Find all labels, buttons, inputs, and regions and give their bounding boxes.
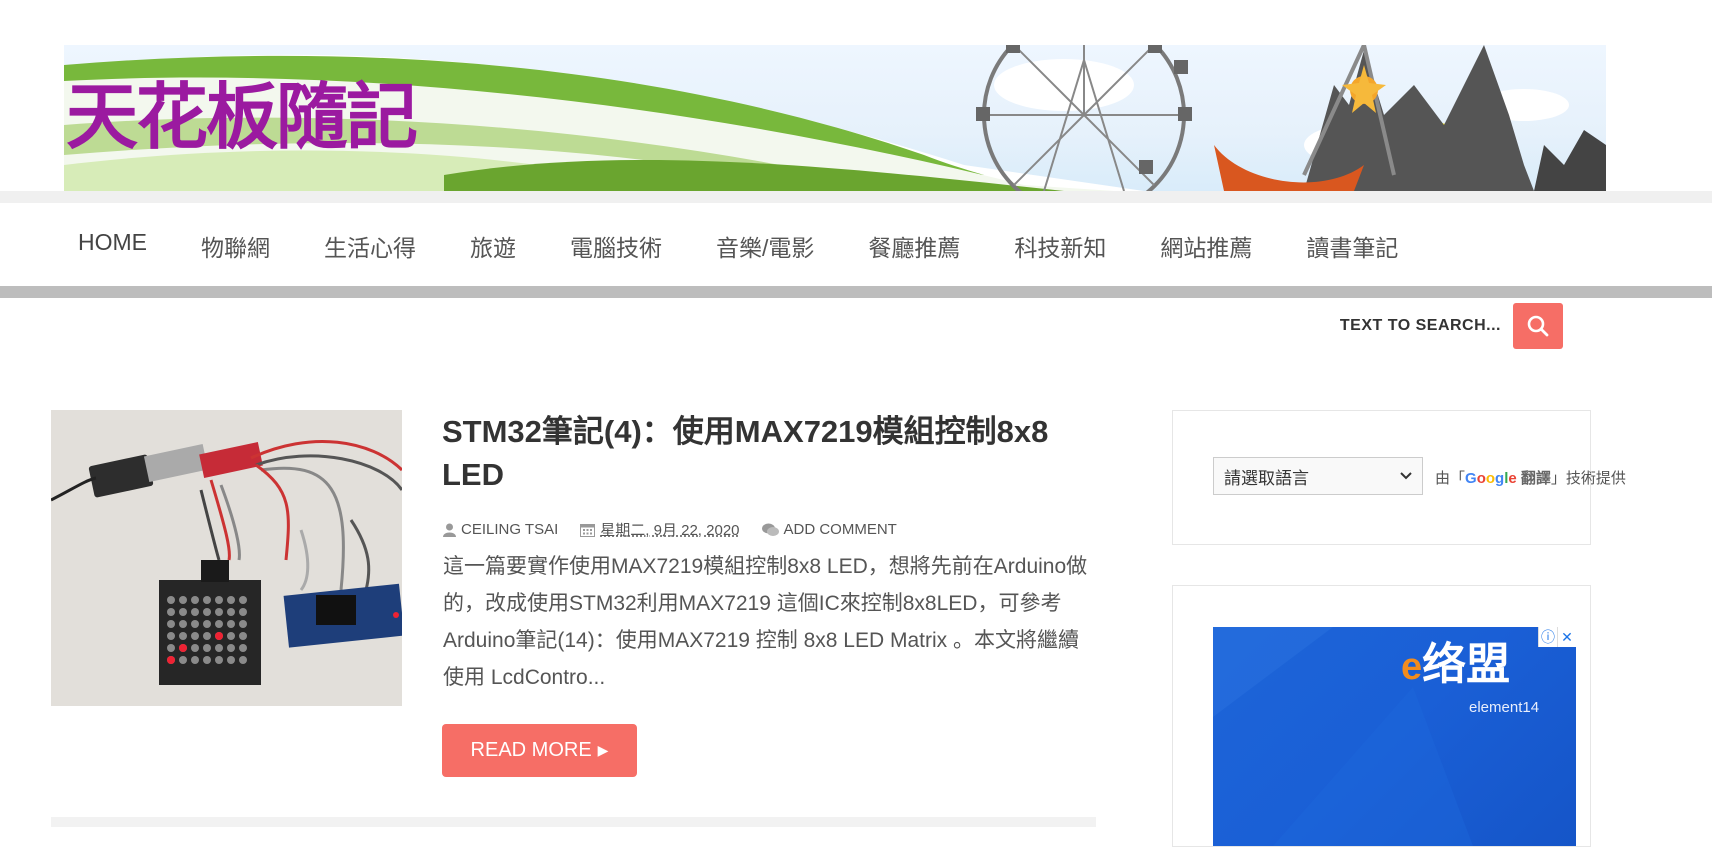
nav-items: HOME 物聯網 生活心得 旅遊 電腦技術 音樂/電影 餐廳推薦 科技新知 網站… [78, 229, 1452, 263]
nav-item-home[interactable]: HOME [78, 229, 147, 263]
ad-logo-e: e [1401, 646, 1423, 688]
post-comments-label: ADD COMMENT [783, 521, 897, 538]
nav-item-life[interactable]: 生活心得 [324, 229, 416, 263]
nav-item-tech-news[interactable]: 科技新知 [1014, 229, 1106, 263]
nav-bottom-bar [0, 286, 1712, 298]
translate-link[interactable]: 翻譯 [1521, 470, 1551, 487]
language-select-value: 請選取語言 [1224, 468, 1309, 488]
powered-suffix: 」技術提供 [1550, 470, 1626, 487]
post-date-label: 星期二, 9月 22, 2020 [600, 522, 740, 539]
post-thumbnail[interactable] [51, 410, 402, 706]
nav-item-travel[interactable]: 旅遊 [470, 229, 516, 263]
close-icon[interactable]: ✕ [1557, 627, 1576, 647]
post-date[interactable]: 星期二, 9月 22, 2020 [580, 519, 740, 540]
translate-widget: 請選取語言 由「Google 翻譯」技術提供 [1172, 410, 1626, 545]
google-logo[interactable]: Google [1465, 470, 1517, 487]
post-divider [51, 817, 1096, 827]
comments-icon [761, 523, 779, 536]
nav-item-reading[interactable]: 讀書筆記 [1306, 229, 1398, 263]
ad-controls: ⓘ ✕ [1538, 627, 1576, 647]
caret-right-icon: ▶ [597, 742, 609, 758]
google-translate-attribution: 由「Google 翻譯」技術提供 [1435, 467, 1626, 488]
nav-item-websites[interactable]: 網站推薦 [1160, 229, 1252, 263]
post-author[interactable]: CEILING TSAI [443, 521, 558, 538]
google-letter-g2: g [1495, 470, 1505, 487]
ad-logo: e络盟 [1401, 643, 1510, 687]
powered-prefix: 由「 [1435, 470, 1466, 487]
ad-logo-subtitle: element14 [1469, 699, 1540, 716]
search-button[interactable] [1513, 303, 1563, 349]
user-icon [443, 523, 456, 537]
nav-item-restaurant[interactable]: 餐廳推薦 [868, 229, 960, 263]
ad-widget: e络盟 element14 ⓘ ✕ [1172, 585, 1591, 847]
header-banner[interactable]: 天花板隨記 [64, 45, 1606, 191]
search-icon [1527, 315, 1549, 337]
ad-banner[interactable]: e络盟 element14 ⓘ ✕ [1213, 627, 1576, 846]
chevron-down-icon [1400, 472, 1412, 480]
search-input[interactable]: TEXT TO SEARCH... [1340, 317, 1501, 335]
site-title[interactable]: 天花板隨記 [66, 81, 418, 153]
read-more-label: READ MORE [470, 739, 592, 761]
ad-logo-text: 络盟 [1422, 640, 1511, 689]
header-divider [0, 191, 1712, 203]
post-meta: CEILING TSAI 星期二, 9月 22, 2020 ADD COMMEN… [443, 519, 919, 540]
post-comments-link[interactable]: ADD COMMENT [761, 521, 897, 538]
google-letter-o2: o [1485, 470, 1496, 487]
nav-item-music-movie[interactable]: 音樂/電影 [716, 229, 814, 263]
main-nav: HOME 物聯網 生活心得 旅遊 電腦技術 音樂/電影 餐廳推薦 科技新知 網站… [0, 203, 1712, 286]
post-excerpt: 這一篇要實作使用MAX7219模組控制8x8 LED，想將先前在Arduino做… [443, 555, 1088, 689]
nav-item-computer[interactable]: 電腦技術 [570, 229, 662, 263]
google-letter-e: e [1508, 470, 1517, 487]
google-letter-g: G [1465, 470, 1477, 487]
nav-item-iot[interactable]: 物聯網 [201, 229, 270, 263]
post-title[interactable]: STM32筆記(4)：使用MAX7219模組控制8x8 LED [442, 410, 1102, 496]
read-more-button[interactable]: READ MORE ▶ [442, 724, 637, 777]
google-letter-o1: o [1476, 470, 1486, 487]
ad-background [1213, 627, 1473, 846]
ad-info-icon[interactable]: ⓘ [1538, 627, 1557, 647]
language-select[interactable]: 請選取語言 [1213, 457, 1423, 495]
post-author-label: CEILING TSAI [461, 521, 559, 538]
search-area: TEXT TO SEARCH... [1330, 303, 1563, 349]
calendar-icon [580, 524, 596, 537]
